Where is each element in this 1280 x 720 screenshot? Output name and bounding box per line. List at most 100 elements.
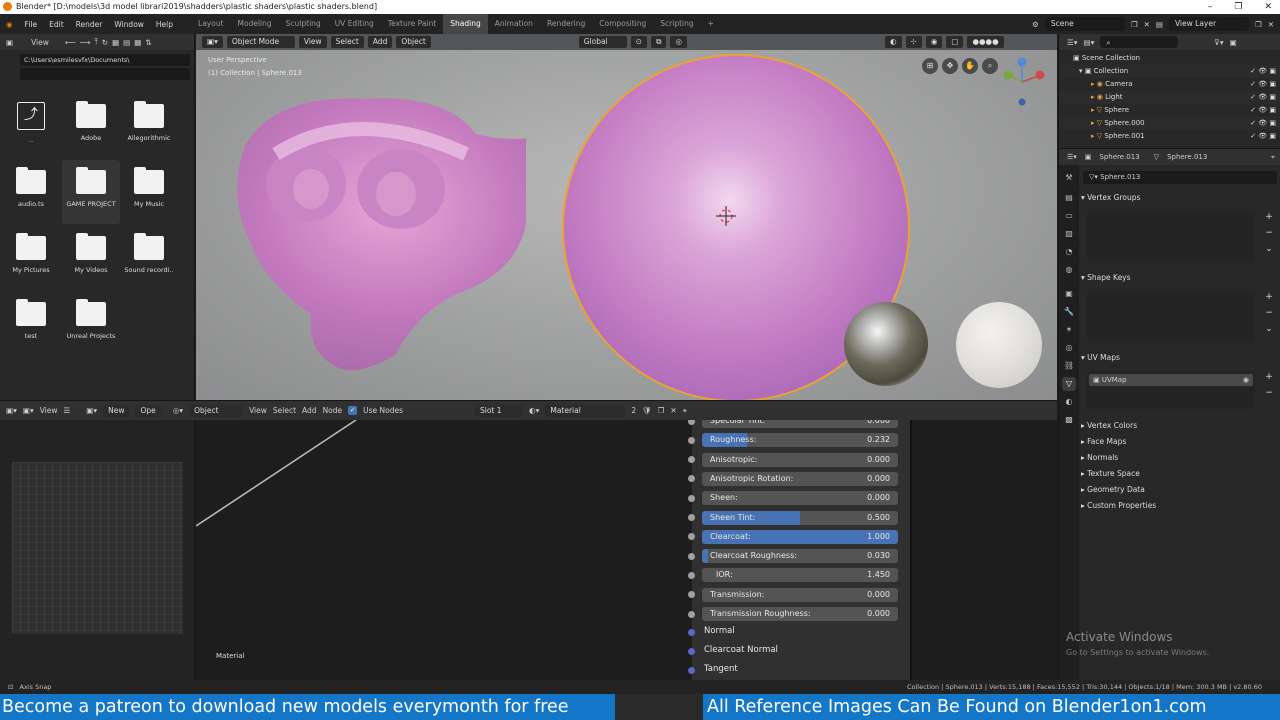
add-shape-key-button[interactable]: + [1263,291,1275,303]
input-socket[interactable] [688,533,695,541]
snap-icon[interactable]: ⧉ [651,36,667,48]
image-editor-icon[interactable]: ▣▾ [23,406,34,415]
slot-dropdown[interactable]: Slot 1 [475,404,524,417]
menu-window[interactable]: Window [108,20,150,29]
tab-sculpting[interactable]: Sculpting [279,14,328,34]
view-layer-tab-icon[interactable]: ▧ [1062,227,1076,241]
object-menu[interactable]: Object [396,36,431,48]
folder-my-pictures[interactable]: My Pictures [2,230,60,290]
back-arrow-icon[interactable]: ⟵ [65,38,76,47]
xray-icon[interactable]: ▢ [946,36,964,48]
visibility-toggles[interactable]: ✓ 👁 ▣ [1250,65,1276,78]
gizmo-icon[interactable]: ⊹ [905,36,922,48]
editor-type-icon[interactable]: ☰▾ [1067,38,1078,47]
editor-type-icon[interactable]: ▣▾ [202,36,223,48]
tab-modeling[interactable]: Modeling [231,14,279,34]
input-socket[interactable] [688,475,695,483]
principled-bsdf-node[interactable]: Specular Tint: 0.000 Roughness: 0.232 Anisot… [688,420,912,680]
view-menu[interactable]: View [31,38,49,47]
node-input-row[interactable]: Anisotropic Rotation: 0.000 [702,471,898,486]
visibility-toggles[interactable]: ✓ 👁 ▣ [1250,130,1276,143]
node-input-row[interactable]: Specular Tint: 0.000 [702,420,898,428]
tab-rendering[interactable]: Rendering [540,14,592,34]
folder-adobe[interactable]: Adobe [62,98,120,158]
panel-uv-maps[interactable]: ▾ UV Maps [1081,351,1279,365]
visibility-toggles[interactable]: ✓ 👁 ▣ [1250,78,1276,91]
parent-dir-icon[interactable]: ⤒ [94,37,97,47]
render-tab-icon[interactable]: ▤ [1062,191,1076,205]
folder-allegorithmic[interactable]: Allegorithmic [120,98,178,158]
particles-tab-icon[interactable]: ✶ [1062,323,1076,337]
shape-key-menu-icon[interactable]: ⌄ [1263,323,1275,335]
node-input-row[interactable]: IOR: 1.450 [702,568,898,583]
tab-animation[interactable]: Animation [488,14,540,34]
display-mode-icon[interactable]: ▤ [123,38,130,47]
menu-help[interactable]: Help [150,20,179,29]
folder-my-music[interactable]: My Music [120,164,178,224]
visibility-toggles[interactable]: ✓ 👁 ▣ [1250,117,1276,130]
outliner-row-light[interactable]: ▸ ◉ Light ✓ 👁 ▣ [1059,91,1280,104]
shape-keys-list[interactable] [1087,291,1255,343]
directory-path-input[interactable]: C:\Users\esmilesvfx\Documents\ [20,54,190,66]
node-canvas[interactable]: Material Specular Tint: 0.000 Roughness: 0.… [196,420,1057,680]
refresh-icon[interactable]: ↻ [102,38,108,47]
maximize-button[interactable]: ❐ [1234,0,1242,14]
monkey-mesh[interactable] [216,74,526,374]
folder-sound-recordings[interactable]: Sound recordi.. [120,230,178,290]
panel-custom-properties[interactable]: ▸ Custom Properties [1081,499,1279,513]
material-tab-icon[interactable]: ◐ [1062,395,1076,409]
input-socket[interactable] [688,494,695,502]
object-tab-icon[interactable]: ▣ [1062,287,1076,301]
add-workspace-button[interactable]: + [701,14,721,34]
new-image-button[interactable]: New [103,404,130,417]
editor-type-icon[interactable]: ▣ [6,38,13,47]
camera-render-icon[interactable]: ◉ [1243,374,1249,386]
forward-arrow-icon[interactable]: ⟶ [80,38,91,47]
menu-file[interactable]: File [19,20,44,29]
remove-uv-map-button[interactable]: − [1263,387,1275,399]
pan-hand-icon[interactable]: ✋ [962,58,978,74]
pin-icon[interactable]: ⌖ [1271,153,1280,162]
list-icon[interactable]: ☰ [64,406,71,415]
shader-object-dropdown[interactable]: Object [189,404,244,417]
folder-audio-ts[interactable]: audio.ts [2,164,60,224]
shading-modes-icon[interactable]: ●●●● [967,36,1004,48]
scene-field[interactable]: Scene [1044,17,1125,31]
add-vertex-group-button[interactable]: + [1263,211,1275,223]
node-input-row[interactable]: Sheen Tint: 0.500 [702,510,898,525]
open-image-button[interactable]: Ope [135,404,161,417]
menu-render[interactable]: Render [70,20,109,29]
remove-vertex-group-button[interactable]: − [1263,227,1275,239]
outliner-row-sphere[interactable]: ▸ ▽ Sphere ✓ 👁 ▣ [1059,104,1280,117]
outliner-row-sphere-001[interactable]: ▸ ▽ Sphere.001 ✓ 👁 ▣ [1059,130,1280,143]
node-menu-node[interactable]: Node [323,406,343,415]
node-input-row[interactable]: Clearcoat: 1.000 [702,529,898,544]
thumbnails-icon[interactable]: ▦ [134,38,141,47]
object-mode-dropdown[interactable]: Object Mode [226,36,295,48]
folder-game-project[interactable]: GAME PROJECT [62,160,120,224]
view-menu[interactable]: View [298,36,327,48]
input-socket[interactable] [688,591,695,599]
folder-test[interactable]: test [2,296,60,356]
navigation-gizmo[interactable] [998,54,1048,110]
camera-toggle-icon[interactable]: ✥ [942,58,958,74]
vertex-group-menu-icon[interactable]: ⌄ [1263,243,1275,255]
folder-my-videos[interactable]: My Videos [62,230,120,290]
panel-texture-space[interactable]: ▸ Texture Space [1081,467,1279,481]
tab-layout[interactable]: Layout [191,14,231,34]
node-input-row[interactable]: Clearcoat Roughness: 0.030 [702,549,898,564]
output-tab-icon[interactable]: ▭ [1062,209,1076,223]
panel-normals[interactable]: ▸ Normals [1081,451,1279,465]
outliner-search-input[interactable]: ⌕ [1100,36,1179,48]
input-socket[interactable] [688,552,695,560]
sort-icon[interactable]: ⇅ [145,38,151,47]
filter-icon[interactable]: ⊽▾ [1214,38,1223,47]
tab-texture-paint[interactable]: Texture Paint [381,14,443,34]
panel-shape-keys[interactable]: ▾ Shape Keys [1081,271,1279,285]
delete-scene-icon[interactable]: ✕ [1144,20,1150,29]
tool-tab-icon[interactable]: ⚒ [1062,171,1076,185]
use-nodes-checkbox[interactable]: ✓ [348,406,358,415]
input-socket[interactable] [688,571,695,579]
panel-face-maps[interactable]: ▸ Face Maps [1081,435,1279,449]
material-browse-icon[interactable]: ◐▾ [529,406,539,415]
